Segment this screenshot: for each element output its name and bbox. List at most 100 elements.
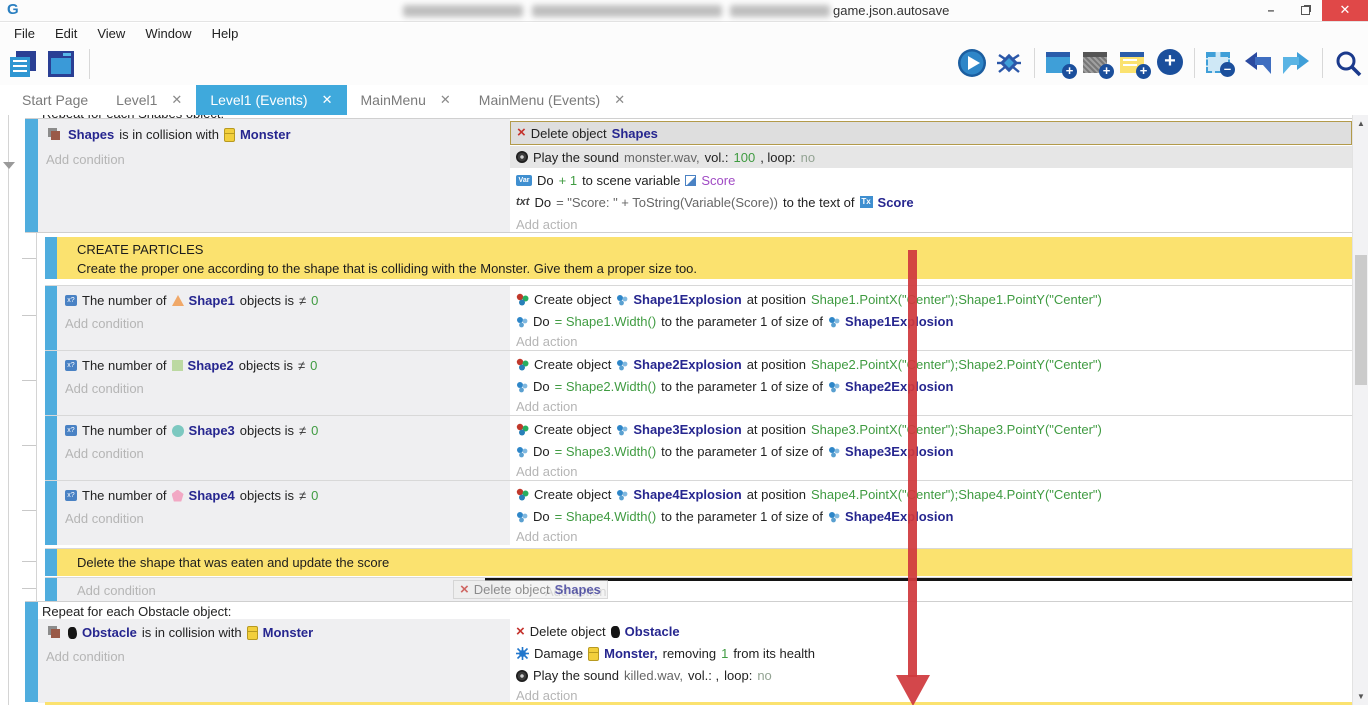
- comment-create-particles[interactable]: CREATE PARTICLES Create the proper one a…: [45, 237, 1352, 279]
- redacted-title-segment: [730, 5, 830, 17]
- menu-file[interactable]: File: [4, 23, 45, 44]
- event-selection-bar[interactable]: [45, 549, 57, 576]
- minimize-button[interactable]: –: [1256, 0, 1286, 21]
- event-selection-bar[interactable]: [45, 416, 57, 480]
- comment-body[interactable]: Delete the shape that was eaten and upda…: [57, 549, 1352, 576]
- add-action-label: Add action: [516, 334, 577, 349]
- debug-icon[interactable]: [995, 49, 1023, 77]
- expression: Shape2.PointX("Center");Shape2.PointY("C…: [811, 357, 1102, 372]
- tab-level1-events[interactable]: Level1 (Events)✕: [196, 85, 346, 115]
- scene-editor-icon[interactable]: [48, 51, 74, 77]
- conditions-panel: Shapes is in collision with Monster Add …: [38, 119, 510, 232]
- action-create-object[interactable]: Create object Shape2Explosion at positio…: [510, 354, 1352, 375]
- add-subevent-icon[interactable]: [1083, 52, 1107, 73]
- tab-mainmenu[interactable]: MainMenu✕: [347, 85, 465, 115]
- plus-badge: [1062, 64, 1077, 79]
- add-condition-link[interactable]: Add condition: [65, 510, 144, 527]
- action-set-size[interactable]: Do = Shape3.Width() to the parameter 1 o…: [510, 441, 1352, 462]
- particle-icon: [516, 316, 528, 328]
- close-tab-icon[interactable]: ✕: [322, 92, 333, 108]
- repeat-obstacle-header[interactable]: Repeat for each Obstacle object:: [42, 603, 231, 620]
- scrollbar-thumb[interactable]: [1355, 255, 1367, 385]
- close-tab-icon[interactable]: ✕: [440, 92, 451, 108]
- action-play-sound[interactable]: Play the sound killed.wav, vol.: , loop:…: [510, 665, 1352, 686]
- add-condition-link[interactable]: Add condition: [46, 151, 125, 168]
- add-condition-link[interactable]: Add condition: [46, 648, 125, 665]
- condition-obstacle-collision[interactable]: Obstacle is in collision with Monster: [46, 624, 313, 641]
- shape1-triangle-icon: [172, 295, 184, 306]
- action-scene-variable[interactable]: Do + 1 to scene variable Score: [510, 169, 1352, 191]
- add-other-event-icon[interactable]: [1157, 49, 1183, 75]
- add-condition-link[interactable]: Add condition: [65, 445, 144, 462]
- event-selection-bar[interactable]: [45, 351, 57, 415]
- action-text: loop:: [724, 668, 752, 683]
- vertical-scrollbar[interactable]: ▲ ▼: [1352, 115, 1368, 705]
- add-condition-link[interactable]: Add condition: [65, 380, 144, 397]
- condition-collision[interactable]: Shapes is in collision with Monster: [46, 126, 291, 143]
- scroll-down-icon[interactable]: ▼: [1353, 692, 1368, 701]
- condition-count-shape3[interactable]: The number of Shape3 objects is ≠ 0: [65, 422, 318, 439]
- add-comment-icon[interactable]: [1120, 52, 1144, 73]
- remove-event-icon[interactable]: [1206, 52, 1230, 73]
- menu-edit[interactable]: Edit: [45, 23, 87, 44]
- event-selection-bar[interactable]: [45, 578, 57, 601]
- close-button[interactable]: ✕: [1322, 0, 1368, 21]
- monster-icon: [588, 647, 599, 661]
- expression: = Shape4.Width(): [555, 509, 657, 524]
- action-set-size[interactable]: Do = Shape4.Width() to the parameter 1 o…: [510, 506, 1352, 527]
- add-event-icon[interactable]: [1046, 52, 1070, 73]
- close-tab-icon[interactable]: ✕: [171, 92, 182, 108]
- tab-mainmenu-events[interactable]: MainMenu (Events)✕: [465, 85, 639, 115]
- redo-icon[interactable]: [1281, 50, 1311, 76]
- close-tab-icon[interactable]: ✕: [614, 92, 625, 108]
- menu-window[interactable]: Window: [135, 23, 201, 44]
- condition-count-shape4[interactable]: The number of Shape4 objects is ≠ 0: [65, 487, 318, 504]
- action-set-size[interactable]: Do = Shape2.Width() to the parameter 1 o…: [510, 376, 1352, 397]
- add-action-link[interactable]: Add action: [510, 214, 1352, 234]
- action-create-object[interactable]: Create object Shape3Explosion at positio…: [510, 419, 1352, 440]
- add-action-link[interactable]: Add action: [510, 527, 1352, 545]
- sound-icon: [516, 670, 528, 682]
- toolbar: [0, 44, 1368, 85]
- play-icon[interactable]: [957, 48, 987, 78]
- add-action-link[interactable]: Add action: [510, 332, 1352, 350]
- action-text: Do: [533, 509, 550, 524]
- action-damage-monster[interactable]: Damage Monster, removing 1 from its heal…: [510, 643, 1352, 664]
- event-selection-bar[interactable]: [25, 119, 38, 232]
- event-selection-bar[interactable]: [45, 286, 57, 350]
- event-selection-bar[interactable]: [45, 237, 57, 279]
- event-shape2: The number of Shape2 objects is ≠ 0 Add …: [45, 350, 1352, 415]
- search-icon[interactable]: [1334, 49, 1362, 77]
- condition-count-shape1[interactable]: The number of Shape1 objects is ≠ 0: [65, 292, 318, 309]
- restore-icon: [1301, 6, 1310, 15]
- action-set-text[interactable]: Do = "Score: " + ToString(Variable(Score…: [510, 191, 1352, 213]
- event-selection-bar[interactable]: [25, 602, 38, 702]
- value: 0: [311, 487, 318, 504]
- action-delete-obstacle[interactable]: Delete object Obstacle: [510, 621, 1352, 642]
- collapse-arrow-icon[interactable]: [3, 162, 15, 169]
- condition-text: The number of: [82, 292, 167, 309]
- comment-delete-shape[interactable]: Delete the shape that was eaten and upda…: [45, 548, 1352, 576]
- menu-view[interactable]: View: [87, 23, 135, 44]
- restore-button[interactable]: [1290, 0, 1320, 21]
- menu-help[interactable]: Help: [202, 23, 249, 44]
- add-condition-link[interactable]: Add condition: [77, 582, 156, 599]
- window-inner: [51, 58, 71, 74]
- add-action-link[interactable]: Add action: [510, 397, 1352, 415]
- comment-body[interactable]: CREATE PARTICLES Create the proper one a…: [57, 237, 1352, 279]
- add-action-link[interactable]: Add action: [510, 462, 1352, 480]
- add-condition-link[interactable]: Add condition: [65, 315, 144, 332]
- action-create-object[interactable]: Create object Shape1Explosion at positio…: [510, 289, 1352, 310]
- condition-count-shape2[interactable]: The number of Shape2 objects is ≠ 0: [65, 357, 317, 374]
- action-play-sound[interactable]: Play the sound monster.wav, vol.: 100 , …: [510, 146, 1352, 168]
- tab-start-page[interactable]: Start Page: [8, 85, 102, 115]
- event-selection-bar[interactable]: [45, 481, 57, 545]
- toolbar-separator: [1322, 48, 1323, 78]
- tab-level1[interactable]: Level1✕: [102, 85, 196, 115]
- undo-icon[interactable]: [1243, 50, 1273, 76]
- scroll-up-icon[interactable]: ▲: [1353, 119, 1368, 128]
- project-manager-icon[interactable]: [10, 51, 36, 77]
- action-set-size[interactable]: Do = Shape1.Width() to the parameter 1 o…: [510, 311, 1352, 332]
- action-create-object[interactable]: Create object Shape4Explosion at positio…: [510, 484, 1352, 505]
- action-delete-shapes[interactable]: Delete object Shapes: [510, 121, 1352, 145]
